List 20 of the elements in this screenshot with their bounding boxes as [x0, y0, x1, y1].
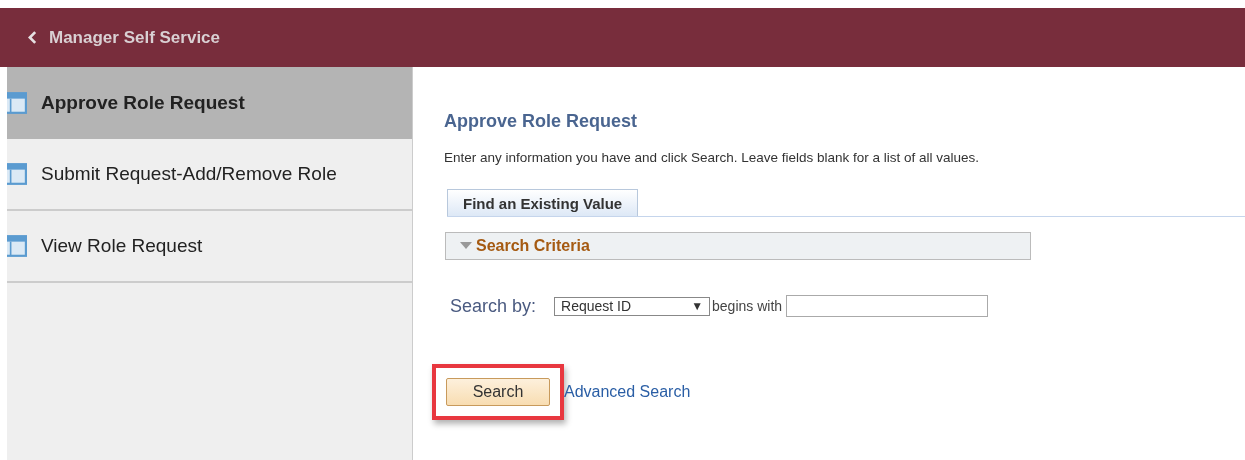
back-icon[interactable] — [28, 31, 37, 44]
tab[interactable]: Find an Existing Value — [447, 189, 639, 216]
sidebar-item[interactable]: View Role Request — [7, 211, 412, 283]
page-icon — [7, 92, 27, 114]
advanced-search-link[interactable]: Advanced Search — [564, 383, 691, 401]
field-dropdown[interactable]: Request ID ▼ — [554, 296, 711, 316]
header-title[interactable]: Manager Self Service — [49, 27, 221, 48]
instructions-text: Enter any information you have and click Search. Leave fields blank for a list of all values. — [444, 150, 981, 165]
sidebar-item[interactable]: Submit Request-Add/Remove Role — [7, 139, 412, 211]
collapse-icon[interactable] — [460, 242, 472, 250]
page-icon — [7, 163, 27, 185]
page-icon — [7, 235, 27, 257]
search-button[interactable]: Search — [446, 378, 550, 406]
sidebar-item[interactable]: Approve Role Request — [7, 67, 412, 139]
page-title: Approve Role Request — [444, 111, 639, 132]
operator-label: begins with — [712, 298, 783, 314]
search-input-field[interactable] — [786, 295, 989, 317]
section-title: Search Criteria — [476, 237, 590, 255]
search-by-label: Search by: — [450, 295, 537, 317]
section-header[interactable]: Search Criteria — [445, 232, 1031, 260]
